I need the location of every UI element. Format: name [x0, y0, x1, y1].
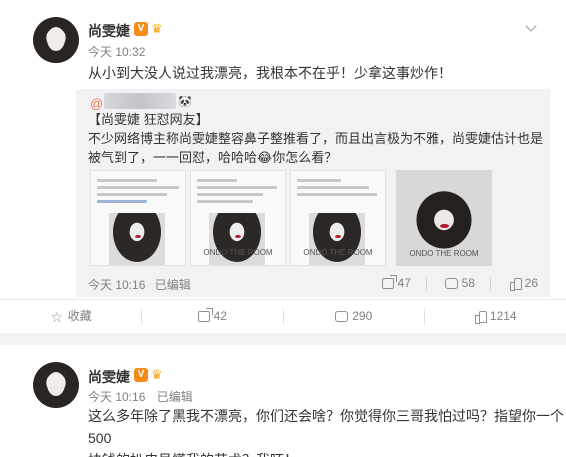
- post-time[interactable]: 今天 10:16: [88, 390, 145, 404]
- weibo-post: 尚雯婕 V ♛ 今天 10:16 已编辑 这么多年除了黑我不漂亮，你们还会啥？你…: [0, 345, 566, 457]
- like-button[interactable]: 1214: [425, 300, 566, 333]
- post-action-bar: ☆ 收藏 42 290 1214: [0, 299, 566, 332]
- crown-icon: ♛: [151, 367, 163, 382]
- repost-like-button[interactable]: 26: [509, 276, 538, 291]
- thumbs-up-icon: [474, 310, 487, 324]
- image-thumbnail[interactable]: ONDO THE ROOM: [190, 170, 286, 266]
- chevron-down-icon[interactable]: [524, 20, 538, 34]
- image-thumbnail[interactable]: [90, 170, 186, 266]
- thumb-watermark: ONDO THE ROOM: [203, 248, 273, 257]
- avatar[interactable]: [33, 17, 79, 63]
- thumb-watermark: ONDO THE ROOM: [303, 248, 373, 257]
- author-name[interactable]: 尚雯婕: [88, 367, 130, 387]
- repost-comment-button[interactable]: 58: [444, 276, 475, 290]
- edited-label: 已编辑: [154, 278, 191, 292]
- post-text-line: 块钱的扒皮号懂我的艺术？我呸！: [88, 449, 566, 457]
- verified-icon: V: [134, 368, 148, 382]
- repost-meta: 今天 10:16 已编辑: [88, 276, 197, 293]
- star-icon: ☆: [50, 309, 64, 325]
- crown-icon: ♛: [151, 21, 163, 36]
- comment-button[interactable]: 290: [283, 300, 425, 333]
- repost-user-mention[interactable]: @: [90, 96, 103, 111]
- thumbs-up-icon: [509, 277, 522, 291]
- repost-time[interactable]: 今天 10:16: [88, 278, 145, 292]
- post-meta: 今天 10:16 已编辑: [88, 388, 201, 405]
- share-icon: [197, 308, 213, 322]
- repost-share-button[interactable]: 47: [381, 275, 411, 290]
- feed-divider: [0, 333, 566, 345]
- comment-icon: [335, 311, 349, 322]
- repost-body: 不少网络博主称尚雯婕整容鼻子整推看了，而且出言极为不雅，尚雯婕估计也是被气到了，…: [88, 131, 544, 165]
- repost-title: 【尚雯婕 狂怼网友】: [88, 112, 209, 127]
- favorite-button[interactable]: ☆ 收藏: [0, 300, 142, 333]
- share-button[interactable]: 42: [142, 300, 284, 333]
- post-time[interactable]: 今天 10:32: [88, 43, 145, 60]
- image-thumbnail[interactable]: ONDO THE ROOM: [396, 170, 492, 266]
- post-text: 这么多年除了黑我不漂亮，你们还会啥？你觉得你三哥我怕过吗？指望你一个500 块钱…: [88, 405, 566, 457]
- author-name[interactable]: 尚雯婕: [88, 21, 130, 41]
- verified-icon: V: [134, 22, 148, 36]
- image-thumbnail[interactable]: ONDO THE ROOM: [290, 170, 386, 266]
- avatar[interactable]: [33, 362, 79, 408]
- repost-text: 【尚雯婕 狂怼网友】 不少网络博主称尚雯婕整容鼻子整推看了，而且出言极为不雅，尚…: [88, 110, 544, 167]
- repost-card[interactable]: @ 🐼 【尚雯婕 狂怼网友】 不少网络博主称尚雯婕整容鼻子整推看了，而且出言极为…: [76, 89, 550, 297]
- comment-icon: [444, 278, 458, 289]
- edited-label: 已编辑: [156, 390, 193, 404]
- post-text: 从小到大没人说过我漂亮，我根本不在乎！少拿这事炒作！: [88, 65, 452, 81]
- weibo-post: 尚雯婕 V ♛ 今天 10:32 从小到大没人说过我漂亮，我根本不在乎！少拿这事…: [0, 0, 566, 332]
- blurred-username: [104, 93, 176, 109]
- repost-actions: 47 58 26: [368, 275, 538, 291]
- panda-icon: 🐼: [178, 96, 192, 108]
- photo-watermark: ONDO THE ROOM: [409, 249, 479, 258]
- post-text-line: 这么多年除了黑我不漂亮，你们还会啥？你觉得你三哥我怕过吗？指望你一个500: [88, 408, 564, 446]
- share-icon: [381, 275, 397, 289]
